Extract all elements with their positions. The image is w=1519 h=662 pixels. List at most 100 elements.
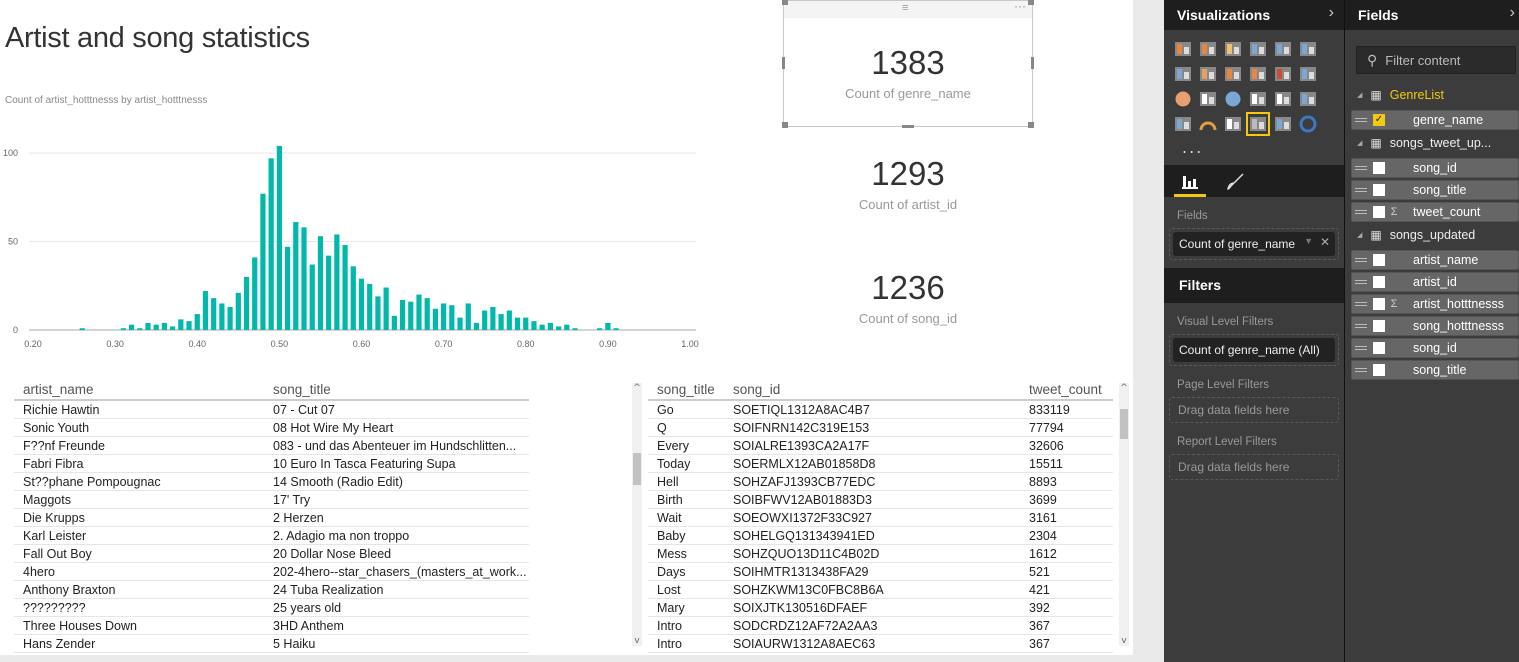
table-row[interactable]: Mess SOHZQUO13D11C4B02D 1612 — [648, 545, 1113, 563]
stacked-column-icon[interactable] — [1197, 38, 1219, 60]
column-header[interactable]: tweet_count — [1020, 382, 1113, 397]
histogram-bar[interactable] — [465, 303, 471, 330]
histogram-bar[interactable] — [597, 328, 603, 330]
table-row[interactable]: Hell SOHZAFJ1393CB77EDC 8893 — [648, 473, 1113, 491]
field-checkbox[interactable] — [1373, 364, 1385, 376]
collapse-triangle-icon[interactable]: ◢ — [1357, 139, 1362, 147]
histogram-bar[interactable] — [424, 298, 430, 330]
field-table[interactable]: ◢ ▦ songs_updated — [1345, 222, 1519, 248]
artist-song-table[interactable]: artist_name song_title Richie Hawtin 07 - C… — [14, 381, 529, 653]
histogram-bar[interactable] — [547, 322, 553, 330]
ribbon-icon[interactable] — [1272, 63, 1294, 85]
area-icon[interactable] — [1197, 63, 1219, 85]
histogram-bar[interactable] — [531, 321, 537, 330]
table-row[interactable]: ????????? 25 years old — [14, 599, 529, 617]
histogram-bar[interactable] — [564, 324, 570, 330]
gauge-icon[interactable] — [1197, 113, 1219, 135]
resize-handle[interactable] — [1028, 0, 1034, 5]
histogram-bar[interactable] — [383, 287, 389, 330]
donut-icon[interactable] — [1297, 113, 1319, 135]
histogram-bar[interactable] — [605, 322, 611, 330]
table-row[interactable]: Intro SOIAURW1312A8AEC63 367 — [648, 635, 1113, 653]
filled-map-icon[interactable] — [1297, 88, 1319, 110]
histogram-bar[interactable] — [572, 328, 578, 330]
100-column-icon[interactable] — [1297, 38, 1319, 60]
scrollbar[interactable]: ^ v — [632, 383, 642, 646]
drag-grip-icon[interactable] — [1355, 166, 1367, 170]
field-item[interactable]: song_title — [1351, 360, 1519, 380]
histogram-bar[interactable] — [408, 301, 414, 330]
table-row[interactable]: Fabri Fibra 10 Euro In Tasca Featuring Su… — [14, 455, 529, 473]
table-row[interactable]: Maggots 17' Try — [14, 491, 529, 509]
histogram-bar[interactable] — [367, 283, 373, 330]
histogram-bar[interactable] — [219, 303, 225, 330]
table-row[interactable]: Go SOETIQL1312A8AC4B7 833119 — [648, 401, 1113, 419]
field-item[interactable]: ✓ genre_name — [1351, 110, 1519, 130]
table-row[interactable]: F??nf Freunde 083 - und das Abenteuer im … — [14, 437, 529, 455]
drag-grip-icon[interactable] — [1355, 368, 1367, 372]
histogram-bar[interactable] — [211, 298, 217, 330]
line-column-icon[interactable] — [1222, 63, 1244, 85]
table-row[interactable]: Lost SOHZKWM13C0FBC8B6A 421 — [648, 581, 1113, 599]
matrix-icon[interactable] — [1272, 88, 1294, 110]
table-row[interactable]: Wait SOEOWXI1372F33C927 3161 — [648, 509, 1113, 527]
histogram-bar[interactable] — [482, 310, 488, 330]
more-visuals-button[interactable]: ... — [1172, 138, 1201, 162]
drag-grip-icon[interactable] — [1355, 280, 1367, 284]
histogram-bar[interactable] — [235, 292, 241, 330]
field-table[interactable]: ◢ ▦ GenreList — [1345, 82, 1519, 108]
field-item[interactable]: artist_id — [1351, 272, 1519, 292]
field-item[interactable]: song_hotttnesss — [1351, 316, 1519, 336]
slicer-icon[interactable] — [1272, 113, 1294, 135]
histogram-bar[interactable] — [137, 328, 143, 330]
drag-grip-icon[interactable] — [1355, 346, 1367, 350]
field-checkbox[interactable] — [1373, 206, 1385, 218]
field-pill[interactable]: Count of genre_name ▼ ✕ — [1173, 232, 1335, 256]
page-filter-dropzone[interactable]: Drag data fields here — [1169, 397, 1339, 423]
clustered-bar-icon[interactable] — [1222, 38, 1244, 60]
song-tweet-table[interactable]: song_title song_id tweet_count Go SOETIQL131… — [648, 381, 1113, 653]
table-row[interactable]: 4hero 202-4hero--star_chasers_(masters_at… — [14, 563, 529, 581]
histogram-bar[interactable] — [317, 236, 324, 330]
table-row[interactable]: Karl Leister 2. Adagio ma non troppo — [14, 527, 529, 545]
scatter-icon[interactable] — [1297, 63, 1319, 85]
histogram-bar[interactable] — [128, 324, 135, 330]
tab-fields[interactable] — [1174, 165, 1206, 197]
histogram-bar[interactable] — [301, 227, 307, 330]
fields-well[interactable]: Count of genre_name ▼ ✕ — [1169, 228, 1339, 260]
table-row[interactable]: Three Houses Down 3HD Anthem — [14, 617, 529, 635]
drag-grip-icon[interactable] — [1355, 210, 1367, 214]
histogram-bar[interactable] — [153, 324, 159, 330]
drag-handle-icon[interactable]: ≡ — [902, 2, 908, 14]
stacked-bar-icon[interactable] — [1172, 38, 1194, 60]
resize-handle[interactable] — [902, 125, 914, 128]
table-row[interactable]: Hans Zender 5 Haiku — [14, 635, 529, 653]
collapse-triangle-icon[interactable]: ◢ — [1357, 231, 1362, 239]
table-row[interactable]: Every SOIALRE1393CA2A17F 32606 — [648, 437, 1113, 455]
table-row[interactable]: Sonic Youth 08 Hot Wire My Heart — [14, 419, 529, 437]
map-icon[interactable] — [1222, 88, 1244, 110]
line-clustered-icon[interactable] — [1247, 63, 1269, 85]
histogram-bar[interactable] — [186, 321, 192, 330]
field-checkbox[interactable] — [1373, 320, 1385, 332]
histogram-bar[interactable] — [539, 324, 545, 330]
field-item[interactable]: Σartist_hotttnesss — [1351, 294, 1519, 314]
histogram-bar[interactable] — [243, 276, 250, 330]
drag-grip-icon[interactable] — [1355, 324, 1367, 328]
histogram-chart[interactable]: 0 50 100 0.20 0.30 0.40 0.50 0.60 0.70 0.80 0.90 1.… — [0, 140, 700, 355]
histogram-bar[interactable] — [391, 315, 397, 330]
histogram-bar[interactable] — [194, 314, 200, 330]
table-row[interactable]: Baby SOHELGQ131343941ED 2304 — [648, 527, 1113, 545]
histogram-bar[interactable] — [457, 317, 463, 330]
remove-icon[interactable]: ✕ — [1320, 235, 1330, 249]
resize-handle[interactable] — [1031, 57, 1034, 69]
histogram-bar[interactable] — [613, 328, 619, 330]
histogram-bar[interactable] — [202, 291, 209, 330]
drag-grip-icon[interactable] — [1355, 188, 1367, 192]
table-row[interactable]: Richie Hawtin 07 - Cut 07 — [14, 401, 529, 419]
histogram-bar[interactable] — [276, 145, 282, 330]
visual-filter-pill[interactable]: Count of genre_name (All) — [1173, 338, 1335, 362]
table-icon[interactable] — [1247, 88, 1269, 110]
scrollbar[interactable]: ^ v — [1119, 383, 1129, 646]
histogram-bar[interactable] — [170, 326, 176, 330]
